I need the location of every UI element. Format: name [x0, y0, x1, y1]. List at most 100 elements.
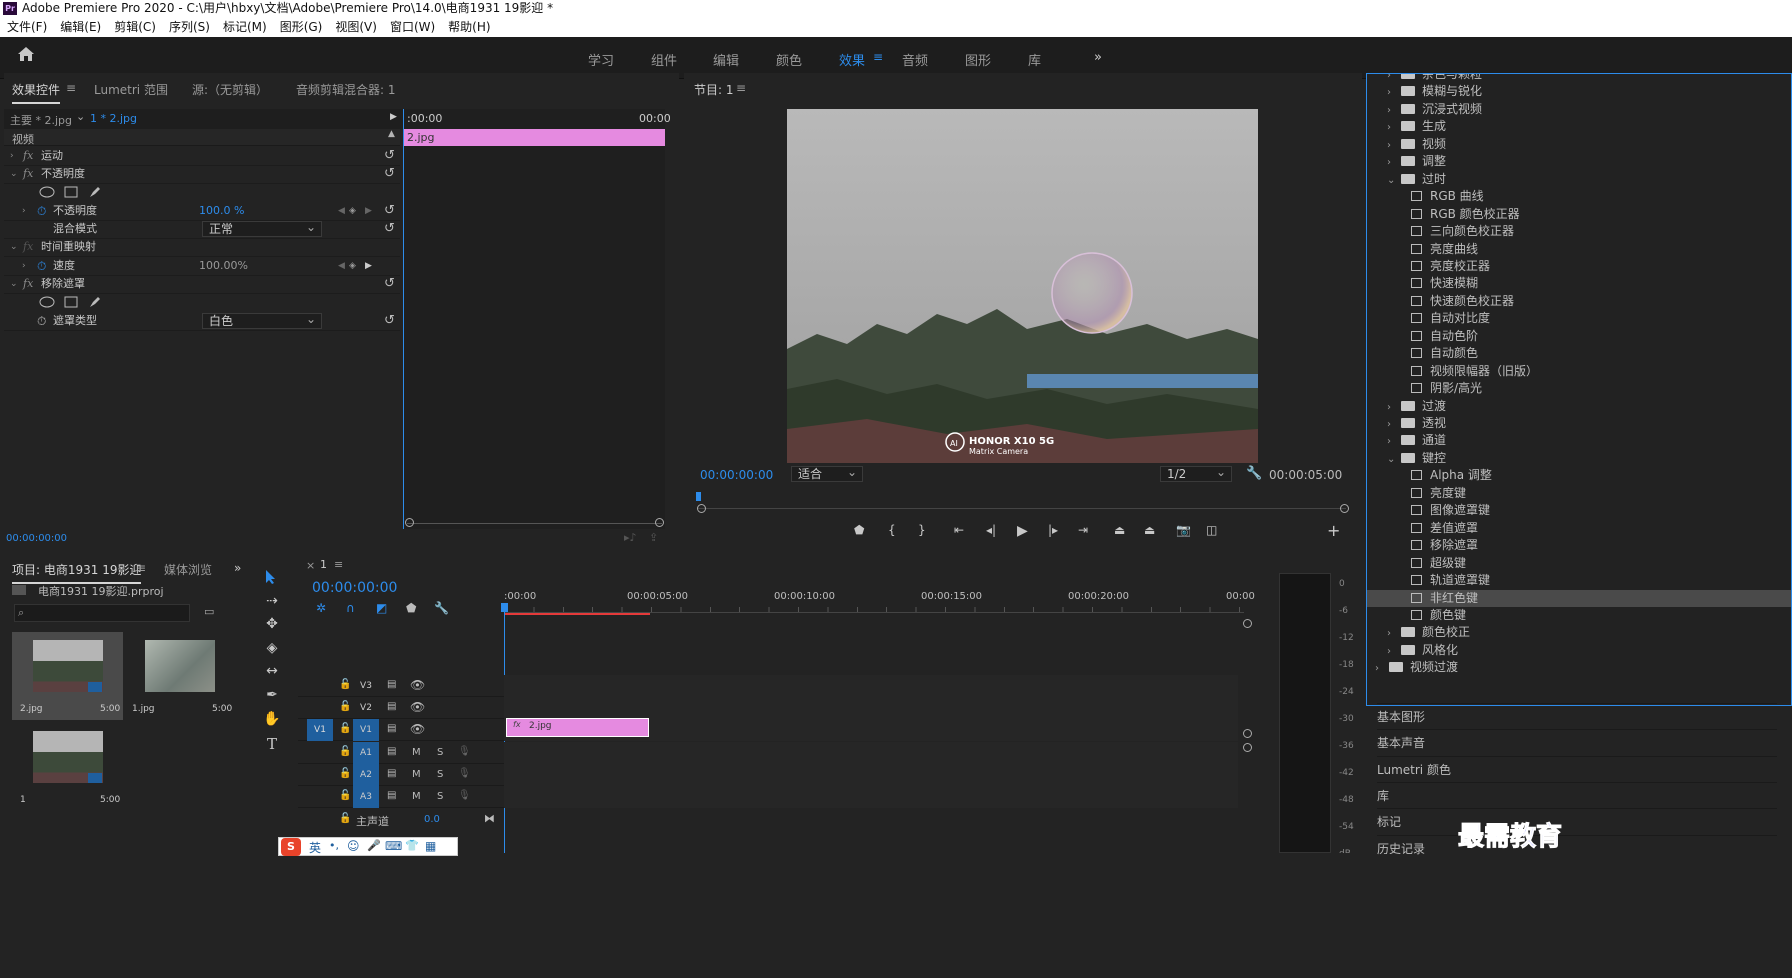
- effect-row-remove-matte[interactable]: ⌄ fx 移除遮罩 ↺: [4, 274, 400, 294]
- close-tab-icon[interactable]: ×: [306, 559, 315, 572]
- tab-audio-clip-mixer[interactable]: 音频剪辑混合器: 1: [296, 81, 396, 98]
- effects-folder[interactable]: › 生成: [1367, 118, 1791, 135]
- track-name[interactable]: A2: [353, 764, 379, 786]
- lift-icon[interactable]: ⏏: [1114, 523, 1125, 537]
- workspace-tab-libraries[interactable]: 库: [1028, 50, 1041, 69]
- play-icon[interactable]: ▶: [390, 112, 397, 122]
- ime-keyboard-icon[interactable]: ⌨: [385, 839, 402, 853]
- sequence-clip-label[interactable]: 1 * 2.jpg: [90, 112, 137, 125]
- zoom-handle-right[interactable]: [655, 518, 664, 527]
- panel-menu-icon[interactable]: ≡: [334, 558, 343, 571]
- settings-wrench-icon[interactable]: 🔧: [434, 601, 449, 615]
- program-timecode[interactable]: 00:00:00:00: [700, 468, 773, 482]
- more-workspaces-icon[interactable]: »: [1094, 50, 1102, 65]
- effect-preset[interactable]: 非红色键: [1367, 589, 1791, 607]
- chevron-down-icon[interactable]: ⌄: [1387, 172, 1401, 189]
- audio-track[interactable]: 🔓 A1 ▤ M S 🎙: [298, 742, 1238, 764]
- timeline-timecode[interactable]: 00:00:00:00: [312, 580, 397, 596]
- menu-clip[interactable]: 剪辑(C): [107, 17, 162, 37]
- sync-lock-icon[interactable]: ▤: [387, 679, 396, 690]
- project-item[interactable]: 1 5:00: [12, 723, 123, 811]
- v-scroll-handle-bottom[interactable]: [1243, 743, 1252, 752]
- track-name[interactable]: A1: [353, 742, 379, 764]
- razor-tool-icon[interactable]: ◈: [263, 640, 281, 656]
- chevron-right-icon[interactable]: ›: [1387, 102, 1401, 119]
- microphone-icon[interactable]: 🎙: [458, 746, 471, 757]
- timeline-ruler[interactable]: :00:00 00:00:05:00 00:00:10:00 00:00:15:00 0…: [504, 591, 1255, 615]
- export-icon[interactable]: ⇪: [649, 531, 658, 544]
- project-search-input[interactable]: [14, 604, 190, 622]
- solo-button[interactable]: S: [437, 791, 443, 802]
- lock-icon[interactable]: 🔓: [339, 768, 351, 779]
- ime-emoji-icon[interactable]: ☺: [347, 839, 360, 853]
- workspace-tab-effects[interactable]: 效果: [839, 50, 865, 69]
- effect-preset[interactable]: 亮度曲线: [1367, 241, 1791, 258]
- effect-preset[interactable]: 轨道遮罩键: [1367, 572, 1791, 589]
- reset-icon[interactable]: ↺: [384, 274, 395, 294]
- chevron-right-icon[interactable]: ›: [1387, 416, 1401, 433]
- wrench-icon[interactable]: 🔧: [1246, 466, 1262, 481]
- pen-mask-icon[interactable]: [88, 295, 102, 309]
- workspace-menu-icon[interactable]: ≡: [873, 50, 883, 64]
- effect-row-time-remap[interactable]: ⌄ fx 时间重映射: [4, 237, 400, 257]
- audio-track[interactable]: 🔓 A3 ▤ M S 🎙: [298, 786, 1238, 808]
- ime-language[interactable]: 英: [309, 839, 321, 856]
- tab-effect-controls[interactable]: 效果控件: [12, 81, 61, 104]
- clip-bar[interactable]: 2.jpg: [403, 129, 665, 146]
- timeline-tab[interactable]: 1: [320, 558, 327, 571]
- reset-icon[interactable]: ↺: [384, 201, 395, 221]
- eye-icon[interactable]: 👁: [410, 678, 425, 692]
- sync-lock-icon[interactable]: ▤: [387, 768, 396, 779]
- effects-folder[interactable]: › 通道: [1367, 432, 1791, 449]
- ime-toolbox-icon[interactable]: ▦: [425, 839, 436, 853]
- rectangle-mask-icon[interactable]: [64, 296, 78, 308]
- add-button[interactable]: +: [1327, 521, 1340, 540]
- chevron-down-icon[interactable]: ⌄: [10, 164, 18, 184]
- chevron-right-icon[interactable]: ›: [1387, 625, 1401, 642]
- tab-source[interactable]: 源:（无剪辑）: [192, 81, 268, 98]
- workspace-tab-audio[interactable]: 音频: [902, 50, 928, 69]
- reset-icon[interactable]: ↺: [384, 164, 395, 184]
- next-keyframe-icon[interactable]: ▶: [365, 201, 372, 221]
- effect-preset[interactable]: 阴影/高光: [1367, 380, 1791, 397]
- tab-lumetri-scopes[interactable]: Lumetri 范围: [94, 81, 168, 98]
- linked-selection-icon[interactable]: ◩: [376, 601, 387, 615]
- scroll-handle-right[interactable]: [1340, 504, 1349, 513]
- program-monitor-title[interactable]: 节目: 1: [694, 81, 734, 98]
- panel-menu-icon[interactable]: ≡: [66, 81, 76, 95]
- side-panel-tab[interactable]: Lumetri 颜色: [1377, 755, 1777, 782]
- v-scroll-handle-mid[interactable]: [1243, 729, 1252, 738]
- pen-tool-icon[interactable]: ✒: [263, 687, 281, 703]
- timeline-clip[interactable]: fx 2.jpg: [506, 718, 649, 737]
- effects-folder[interactable]: › 颜色校正: [1367, 624, 1791, 642]
- add-keyframe-icon[interactable]: ◈: [349, 256, 356, 276]
- panel-menu-icon[interactable]: ≡: [136, 561, 146, 575]
- effect-preset[interactable]: 颜色键: [1367, 607, 1791, 624]
- go-to-end-icon[interactable]: ⧓: [484, 812, 495, 825]
- playhead-handle[interactable]: [501, 603, 508, 612]
- thumbnail[interactable]: [145, 640, 215, 692]
- fx-icon[interactable]: fx: [23, 164, 33, 184]
- opacity-value[interactable]: 100.0 %: [199, 201, 244, 221]
- effects-folder[interactable]: › 视频: [1367, 136, 1791, 153]
- ime-voice-icon[interactable]: 🎤: [367, 839, 381, 852]
- effect-preset[interactable]: 亮度键: [1367, 485, 1791, 502]
- effect-preset[interactable]: 亮度校正器: [1367, 258, 1791, 275]
- filter-icon[interactable]: ▸♪: [624, 531, 637, 544]
- home-icon[interactable]: [17, 46, 35, 62]
- track-lane[interactable]: [504, 697, 1238, 719]
- mark-in-icon[interactable]: {: [888, 523, 896, 537]
- comparison-view-icon[interactable]: ◫: [1206, 523, 1217, 537]
- track-select-tool-icon[interactable]: ⇢: [263, 593, 281, 609]
- chevron-right-icon[interactable]: ›: [22, 256, 26, 276]
- reset-icon[interactable]: ↺: [384, 311, 395, 331]
- mute-button[interactable]: M: [412, 769, 421, 780]
- side-panel-tab[interactable]: 库: [1377, 781, 1777, 808]
- lock-icon[interactable]: 🔓: [339, 701, 351, 712]
- side-panel-tab[interactable]: 历史记录: [1377, 834, 1777, 861]
- effects-folder[interactable]: › 沉浸式视频: [1367, 101, 1791, 119]
- effect-preset[interactable]: 快速模糊: [1367, 275, 1791, 292]
- effects-folder[interactable]: › 杂色与颗粒: [1367, 74, 1791, 83]
- effects-folder[interactable]: › 过渡: [1367, 398, 1791, 415]
- stopwatch-icon[interactable]: ⏱: [37, 311, 46, 331]
